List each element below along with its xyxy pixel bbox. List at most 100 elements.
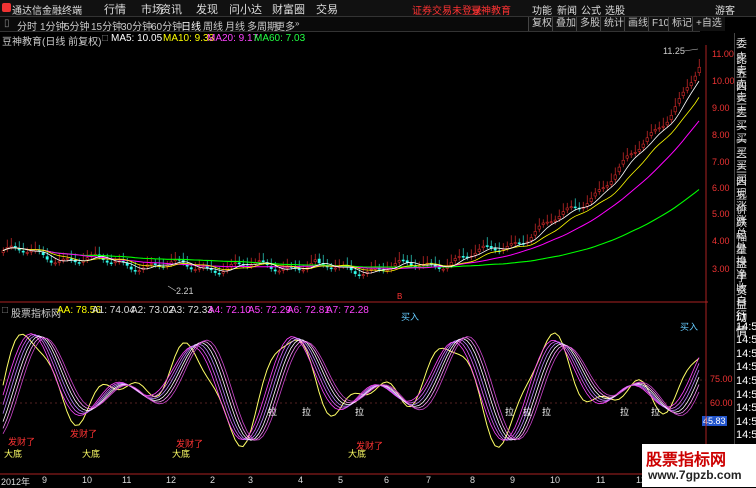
tab-more[interactable]: 更多 <box>275 18 295 33</box>
candle-body <box>393 263 397 267</box>
menu-trade[interactable]: 交易 <box>316 1 338 17</box>
tab-30min[interactable]: 30分钟 <box>121 18 152 33</box>
side-panel-label: 14:5 <box>736 320 756 333</box>
candle-body <box>189 267 193 270</box>
app-title: 通达信金融终端 <box>12 6 82 17</box>
tab-15min[interactable]: 15分钟 <box>91 18 122 33</box>
button-statistics[interactable]: 统计 <box>600 17 627 31</box>
signal-label-pull: 拉 <box>505 406 514 417</box>
low-price-label: 2.21 <box>176 286 194 296</box>
side-panel-label: 14:5 <box>736 361 756 374</box>
menu-guest[interactable]: 游客 <box>715 2 735 17</box>
candle-body <box>505 246 509 249</box>
price-axis-label: 4.00 <box>712 236 730 246</box>
tab-intraday[interactable]: 分时 <box>17 18 37 33</box>
candle-body <box>197 267 201 270</box>
more-arrow-icon[interactable]: » <box>295 19 299 28</box>
button-draw[interactable]: 画线 <box>624 17 651 31</box>
signal-label-pull: 拉 <box>651 406 660 417</box>
side-panel-label: 14:5 <box>736 388 756 401</box>
candle-body <box>697 66 701 74</box>
candle-body <box>273 269 277 272</box>
candle-body <box>509 243 513 246</box>
candle-body <box>125 263 129 266</box>
button-adjust[interactable]: 复权 <box>528 17 555 31</box>
menu-quotes[interactable]: 行情 <box>104 1 126 17</box>
candle-body <box>677 98 681 104</box>
signal-label-rich: 发财了 <box>70 428 97 439</box>
ma10-line <box>2 97 700 272</box>
menu-discover[interactable]: 发现 <box>196 1 218 17</box>
price-axis-label: 11.00 <box>712 49 734 59</box>
side-panel-label: 14:5 <box>736 415 756 428</box>
button-add-watchlist[interactable]: +自选 <box>692 17 725 31</box>
candle-body <box>517 242 521 244</box>
menu-formula[interactable]: 公式 <box>581 2 601 17</box>
date-axis-label: 6 <box>384 475 390 485</box>
candle-body <box>461 256 465 258</box>
candle-body <box>297 268 301 271</box>
tab-1min[interactable]: 1分钟 <box>40 18 66 33</box>
tab-60min[interactable]: 60分钟 <box>151 18 182 33</box>
candle-body <box>105 260 109 263</box>
button-mark[interactable]: 标记 <box>668 17 695 31</box>
menu-ask[interactable]: 问小达 <box>229 1 262 17</box>
side-panel-label: 14:5 <box>736 429 756 442</box>
candle-body <box>593 192 597 197</box>
price-axis-label: 3.00 <box>712 264 730 274</box>
button-overlay[interactable]: 叠加 <box>552 17 579 31</box>
candle-body <box>493 248 497 251</box>
menu-headlines[interactable]: 新闻 <box>557 2 577 17</box>
candle-body <box>617 166 621 173</box>
signal-label-bottom: 大底 <box>4 448 22 459</box>
price-axis-label: 7.00 <box>712 157 730 167</box>
candle-body <box>397 260 401 263</box>
tab-daily[interactable]: 日线 <box>181 18 201 33</box>
signal-label-pull: 拉 <box>523 406 532 417</box>
candle-body <box>541 222 545 225</box>
side-panel-label: 14:5 <box>736 402 756 415</box>
watermark-url: www.7gpzb.com <box>648 468 742 482</box>
candle-body <box>149 263 153 265</box>
candle-body <box>561 211 565 215</box>
tab-5min[interactable]: 5分钟 <box>64 18 90 33</box>
candle-body <box>301 269 305 272</box>
ma5-line <box>2 80 700 274</box>
low-price-pointer <box>167 285 177 292</box>
price-axis-label: 10.00 <box>712 76 735 86</box>
oscillator-line <box>2 334 700 441</box>
signal-label-pull: 拉 <box>268 406 277 417</box>
candle-body <box>133 270 137 272</box>
button-multi-stock[interactable]: 多股 <box>576 17 603 31</box>
menu-wealth-circle[interactable]: 财富圈 <box>272 1 305 17</box>
candle-body <box>489 246 493 248</box>
ma60-value: MA60: 7.03 <box>254 33 306 44</box>
tab-multi-period[interactable]: 多周期 <box>247 18 277 33</box>
date-axis-label: 2012年 <box>1 477 31 487</box>
tab-weekly[interactable]: 周线 <box>203 18 223 33</box>
candle-body <box>565 207 569 211</box>
stock-name-link[interactable]: 豆神教育 <box>471 2 511 17</box>
tab-monthly[interactable]: 月线 <box>225 18 245 33</box>
candle-body <box>73 260 77 263</box>
candle-body <box>249 264 253 267</box>
candle-body <box>357 274 361 276</box>
candle-body <box>193 269 197 271</box>
candle-body <box>137 270 141 272</box>
candle-body <box>113 261 117 264</box>
candle-body <box>261 260 265 262</box>
price-axis-label: 9.00 <box>712 103 730 113</box>
signal-label-buy: 买入 <box>401 312 419 322</box>
candle-body <box>661 125 665 128</box>
candle-body <box>41 252 45 256</box>
menu-news[interactable]: 资讯 <box>160 1 182 17</box>
menu-stock-picker[interactable]: 选股 <box>605 2 625 17</box>
checkbox-icon[interactable]: □ <box>102 33 108 44</box>
candle-body <box>353 271 357 274</box>
candle-body <box>257 260 261 262</box>
candle-body <box>613 174 617 180</box>
date-axis-label: 7 <box>426 475 432 485</box>
candle-body <box>549 221 553 224</box>
price-axis-label: 6.00 <box>712 183 730 193</box>
menu-functions[interactable]: 功能 <box>532 2 552 17</box>
